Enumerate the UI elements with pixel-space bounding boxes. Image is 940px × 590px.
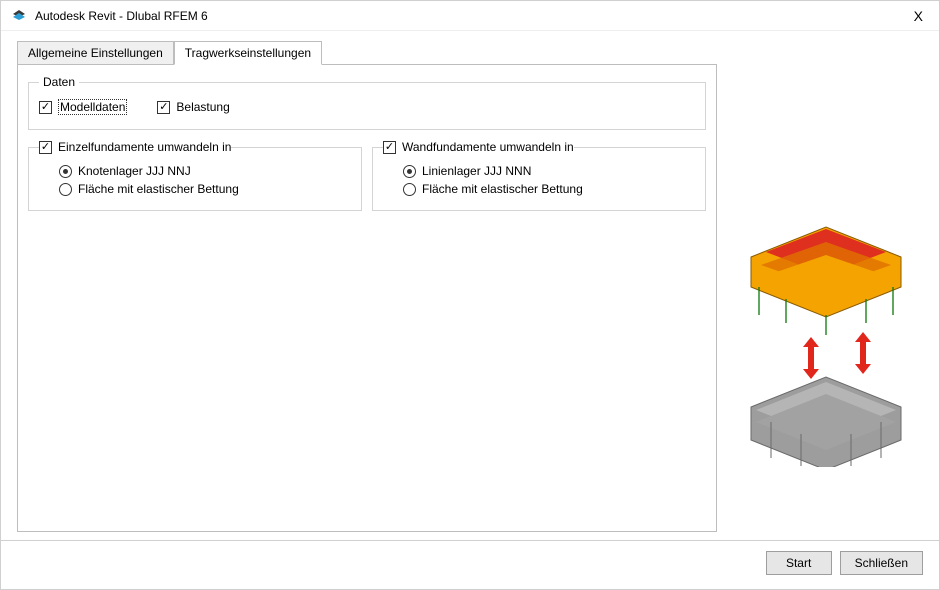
window-title: Autodesk Revit - Dlubal RFEM 6 xyxy=(35,9,208,23)
exchange-illustration xyxy=(731,187,921,467)
tab-structural-label: Tragwerkseinstellungen xyxy=(185,46,311,60)
radio-single-surface[interactable]: Fläche mit elastischer Bettung xyxy=(59,182,351,196)
radio-wall-surface[interactable]: Fläche mit elastischer Bettung xyxy=(403,182,695,196)
checkbox-model-data[interactable]: Modelldaten xyxy=(39,99,127,115)
tab-content-structural: Daten Modelldaten Belastung xyxy=(17,64,717,532)
start-button[interactable]: Start xyxy=(766,551,832,575)
checkbox-wall-foundations-box xyxy=(383,141,396,154)
group-wall-foundations-legend: Wandfundamente umwandeln in xyxy=(402,140,574,154)
left-pane: Allgemeine Einstellungen Tragwerkseinste… xyxy=(17,41,717,532)
radio-wall-line[interactable]: Linienlager JJJ NNN xyxy=(403,164,695,178)
dialog-body: Allgemeine Einstellungen Tragwerkseinste… xyxy=(1,31,939,540)
checkbox-loading-label: Belastung xyxy=(176,100,229,114)
radio-wall-surface-label: Fläche mit elastischer Bettung xyxy=(422,182,583,196)
checkbox-loading-box xyxy=(157,101,170,114)
start-button-label: Start xyxy=(786,556,811,570)
checkbox-model-data-label: Modelldaten xyxy=(58,99,127,115)
close-icon[interactable]: X xyxy=(908,6,929,26)
radio-wall-line-dot xyxy=(403,165,416,178)
titlebar: Autodesk Revit - Dlubal RFEM 6 X xyxy=(1,1,939,31)
radio-single-surface-label: Fläche mit elastischer Bettung xyxy=(78,182,239,196)
radio-wall-surface-dot xyxy=(403,183,416,196)
close-button-label: Schließen xyxy=(855,556,908,570)
checkbox-loading[interactable]: Belastung xyxy=(157,99,229,115)
radio-single-nodal-dot xyxy=(59,165,72,178)
checkbox-single-foundations-box xyxy=(39,141,52,154)
group-data: Daten Modelldaten Belastung xyxy=(28,75,706,130)
illustration-pane xyxy=(729,41,923,532)
radio-wall-line-label: Linienlager JJJ NNN xyxy=(422,164,531,178)
radio-single-nodal[interactable]: Knotenlager JJJ NNJ xyxy=(59,164,351,178)
tab-general-label: Allgemeine Einstellungen xyxy=(28,46,163,60)
dialog-window: Autodesk Revit - Dlubal RFEM 6 X Allgeme… xyxy=(0,0,940,590)
radio-single-nodal-label: Knotenlager JJJ NNJ xyxy=(78,164,191,178)
checkbox-model-data-box xyxy=(39,101,52,114)
dialog-footer: Start Schließen xyxy=(1,540,939,589)
radio-single-surface-dot xyxy=(59,183,72,196)
group-data-legend: Daten xyxy=(39,75,79,89)
tab-strip: Allgemeine Einstellungen Tragwerkseinste… xyxy=(17,41,717,65)
checkbox-wall-foundations[interactable]: Wandfundamente umwandeln in xyxy=(383,140,574,154)
close-button[interactable]: Schließen xyxy=(840,551,923,575)
app-icon xyxy=(11,8,27,24)
tab-general[interactable]: Allgemeine Einstellungen xyxy=(17,41,174,65)
checkbox-single-foundations[interactable]: Einzelfundamente umwandeln in xyxy=(39,140,231,154)
tab-structural[interactable]: Tragwerkseinstellungen xyxy=(174,41,322,65)
group-single-foundations: Einzelfundamente umwandeln in Knotenlage… xyxy=(28,140,362,211)
content-row: Allgemeine Einstellungen Tragwerkseinste… xyxy=(17,41,923,532)
group-wall-foundations: Wandfundamente umwandeln in Linienlager … xyxy=(372,140,706,211)
group-single-foundations-legend: Einzelfundamente umwandeln in xyxy=(58,140,231,154)
